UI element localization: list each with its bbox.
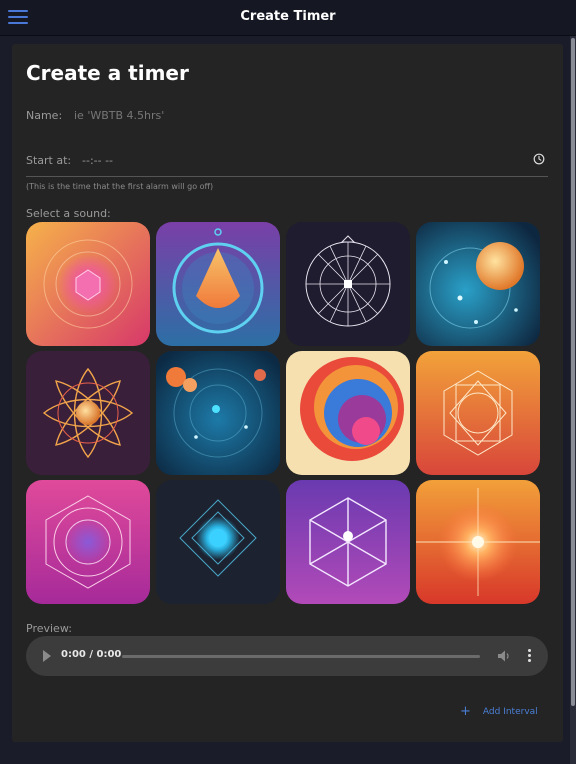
create-timer-form: Create a timer Name: Start at: --:-- -- … bbox=[12, 44, 563, 742]
blue-planets-icon bbox=[156, 351, 280, 475]
select-sound-label: Select a sound: bbox=[26, 207, 111, 220]
page-title: Create a timer bbox=[26, 61, 189, 85]
sound-option-10[interactable] bbox=[156, 480, 280, 604]
sound-option-1[interactable] bbox=[26, 222, 150, 346]
orange-crystal-orb-icon bbox=[26, 222, 150, 346]
add-interval-button[interactable]: + Add Interval bbox=[460, 703, 538, 719]
play-icon[interactable] bbox=[43, 650, 51, 662]
audio-time: 0:00 / 0:00 bbox=[61, 649, 122, 660]
sound-option-12[interactable] bbox=[416, 480, 540, 604]
sound-option-8[interactable] bbox=[416, 351, 540, 475]
start-at-label: Start at: bbox=[26, 154, 72, 167]
app-header: Create Timer bbox=[0, 0, 576, 36]
golden-mandala-icon bbox=[416, 351, 540, 475]
name-label: Name: bbox=[26, 109, 63, 122]
sunburst-glow-icon bbox=[416, 480, 540, 604]
line-compass-icon bbox=[286, 222, 410, 346]
violet-hexagon-prism-icon bbox=[286, 480, 410, 604]
more-options-icon[interactable] bbox=[526, 649, 532, 663]
sound-option-2[interactable] bbox=[156, 222, 280, 346]
start-time-underline bbox=[26, 176, 548, 177]
preview-label: Preview: bbox=[26, 622, 72, 635]
audio-progress-bar[interactable] bbox=[122, 655, 480, 658]
plus-icon: + bbox=[460, 704, 471, 719]
sound-option-4[interactable] bbox=[416, 222, 540, 346]
sound-option-6[interactable] bbox=[156, 351, 280, 475]
name-input[interactable] bbox=[72, 104, 372, 126]
blue-ring-flame-icon bbox=[156, 222, 280, 346]
sound-option-11[interactable] bbox=[286, 480, 410, 604]
orange-lotus-sun-icon bbox=[26, 351, 150, 475]
clock-icon[interactable] bbox=[533, 153, 545, 165]
sound-option-3[interactable] bbox=[286, 222, 410, 346]
sound-option-9[interactable] bbox=[26, 480, 150, 604]
swirl-circles-icon bbox=[286, 351, 410, 475]
volume-icon[interactable] bbox=[497, 649, 511, 663]
add-interval-label: Add Interval bbox=[482, 707, 538, 717]
start-time-input[interactable]: --:-- -- bbox=[82, 154, 113, 167]
blue-energy-diamond-icon bbox=[156, 480, 280, 604]
audio-player: 0:00 / 0:00 bbox=[26, 636, 548, 676]
pink-crystal-mandala-icon bbox=[26, 480, 150, 604]
scrollbar-thumb[interactable] bbox=[571, 38, 575, 706]
sound-option-7[interactable] bbox=[286, 351, 410, 475]
start-time-hint: (This is the time that the first alarm w… bbox=[26, 182, 214, 191]
sound-option-5[interactable] bbox=[26, 351, 150, 475]
cosmic-sphere-icon bbox=[416, 222, 540, 346]
app-title: Create Timer bbox=[240, 9, 336, 24]
